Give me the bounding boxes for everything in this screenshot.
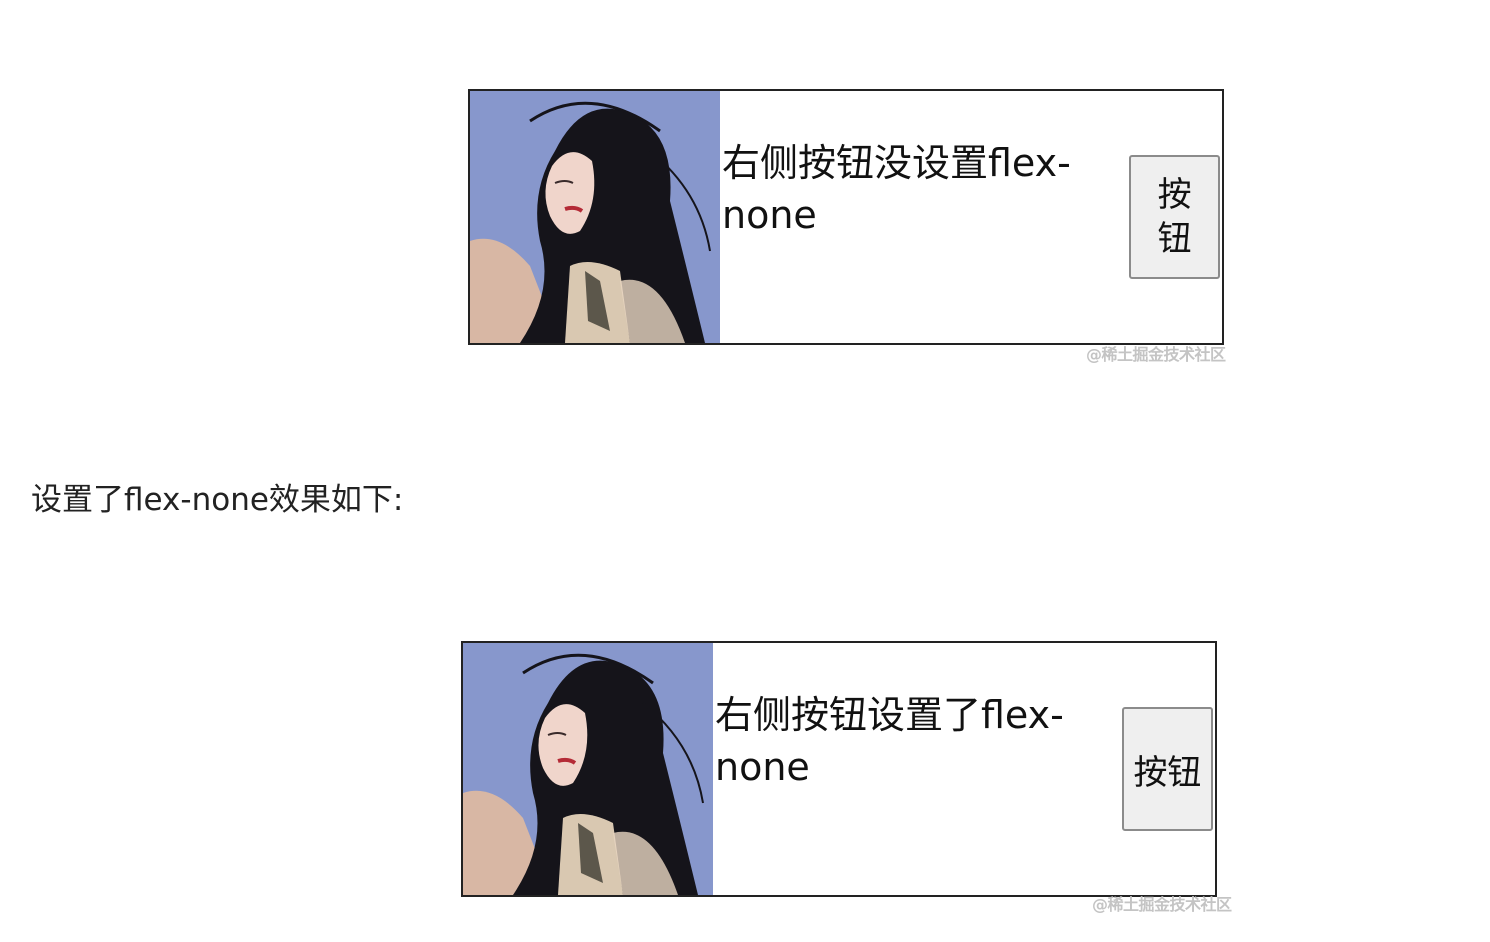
- figure-description: 右侧按钮设置了flex-none: [715, 693, 1064, 789]
- section-caption: 设置了flex-none效果如下:: [31, 482, 404, 518]
- portrait-photo: [470, 91, 720, 343]
- watermark: @稀土掘金技术社区: [1086, 345, 1226, 364]
- portrait-illustration: [463, 643, 713, 895]
- figure-description: 右侧按钮没设置flex-none: [722, 141, 1071, 237]
- watermark: @稀土掘金技术社区: [1092, 895, 1232, 914]
- demo-figure-with-flex-none: 右侧按钮设置了flex-none 按钮: [461, 641, 1217, 897]
- portrait-illustration: [470, 91, 720, 343]
- portrait-photo: [463, 643, 713, 895]
- demo-button[interactable]: 按钮: [1129, 155, 1220, 279]
- demo-figure-without-flex-none: 右侧按钮没设置flex-none 按钮: [468, 89, 1224, 345]
- demo-button[interactable]: 按钮: [1121, 707, 1213, 831]
